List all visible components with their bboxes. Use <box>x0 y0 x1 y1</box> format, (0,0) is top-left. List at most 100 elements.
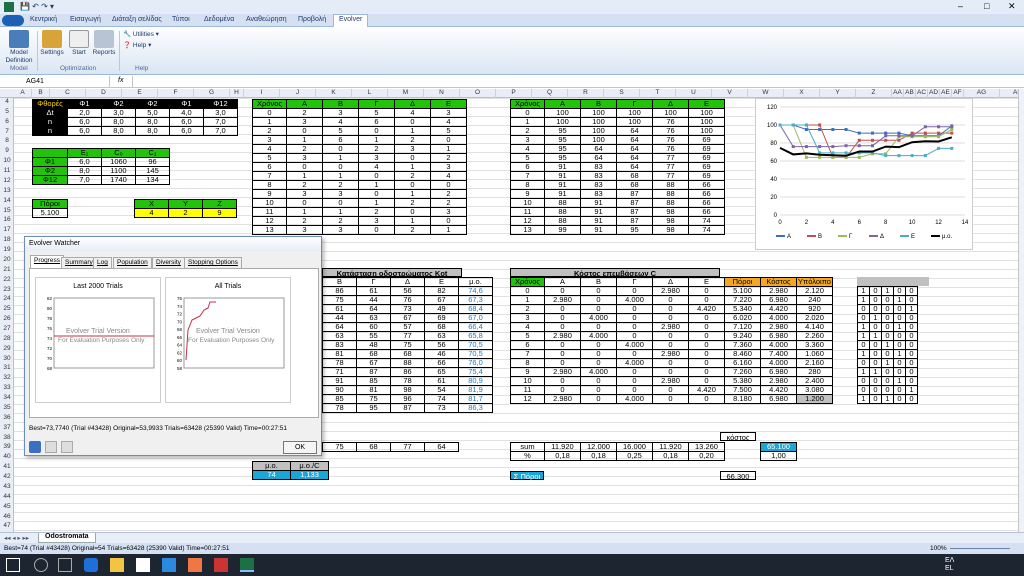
row-header[interactable]: 36 <box>0 414 14 421</box>
column-header[interactable]: D <box>86 89 122 98</box>
table-cell[interactable]: 0,18 <box>580 451 617 461</box>
table-cell[interactable]: 12 <box>510 394 545 404</box>
table-cell[interactable]: 6,0 <box>169 126 204 136</box>
tools-icon[interactable] <box>61 441 73 453</box>
reports-button[interactable]: Reports <box>92 30 116 57</box>
row-header[interactable]: 6 <box>0 118 14 125</box>
tab-data[interactable]: Δεδομένα <box>204 16 234 23</box>
row-header[interactable]: 40 <box>0 453 14 460</box>
row-header[interactable]: 23 <box>0 286 14 293</box>
column-header[interactable]: I <box>244 89 280 98</box>
column-header[interactable]: AB <box>904 89 916 98</box>
row-header[interactable]: 44 <box>0 493 14 500</box>
help-button[interactable]: ❓ Help ▾ <box>123 42 151 50</box>
app-icon[interactable] <box>214 558 228 572</box>
column-header[interactable]: T <box>640 89 676 98</box>
table-cell[interactable]: 8.180 <box>724 394 761 404</box>
row-header[interactable]: 43 <box>0 483 14 490</box>
table-cell[interactable]: 86,3 <box>458 403 493 413</box>
row-header[interactable]: 45 <box>0 503 14 510</box>
quick-access-icons[interactable]: 💾 ↶ ↷ ▾ <box>20 2 54 11</box>
sheet-tab-odostromata[interactable]: Odostromata <box>38 533 96 543</box>
table-cell[interactable]: 1,133 <box>290 470 329 480</box>
table-cell[interactable]: 75 <box>322 442 357 452</box>
tab-population[interactable]: Population <box>113 257 152 268</box>
table-cell[interactable]: 8,0 <box>101 126 136 136</box>
table-cell[interactable]: 0 <box>358 225 395 235</box>
column-header[interactable]: L <box>352 89 388 98</box>
line-chart[interactable]: 0 20 40 60 80 100 120 0 2 4 6 8 10 12 14 A B Γ Δ Eμ.ο. <box>755 98 973 250</box>
table-cell[interactable]: 5.100 <box>32 208 68 218</box>
table-cell[interactable]: 13 <box>510 225 545 235</box>
row-header[interactable]: 33 <box>0 384 14 391</box>
row-header[interactable]: 17 <box>0 226 14 233</box>
close-button[interactable]: ✕ <box>1008 1 1016 12</box>
fx-icon[interactable]: fx <box>118 77 123 84</box>
table-cell[interactable]: 74 <box>688 225 725 235</box>
table-cell[interactable]: 0 <box>905 394 918 404</box>
row-header[interactable]: 34 <box>0 394 14 401</box>
column-header[interactable]: U <box>676 89 712 98</box>
table-cell[interactable]: 7,0 <box>67 175 102 185</box>
row-header[interactable]: 16 <box>0 216 14 223</box>
column-header[interactable]: B <box>32 89 50 98</box>
column-header[interactable]: H <box>230 89 244 98</box>
table-cell[interactable]: 1 <box>430 225 467 235</box>
tab-home[interactable]: Κεντρική <box>30 16 57 23</box>
row-header[interactable]: 47 <box>0 522 14 529</box>
row-header[interactable]: 27 <box>0 325 14 332</box>
table-cell[interactable]: 0 <box>652 394 689 404</box>
column-header[interactable]: Y <box>820 89 856 98</box>
table-cell[interactable]: 1 <box>881 394 894 404</box>
table-cell[interactable]: 0,18 <box>652 451 689 461</box>
row-header[interactable]: 18 <box>0 236 14 243</box>
column-header[interactable]: F <box>158 89 194 98</box>
column-header[interactable]: G <box>194 89 230 98</box>
row-header[interactable]: 15 <box>0 207 14 214</box>
row-header[interactable]: 26 <box>0 315 14 322</box>
table-cell[interactable]: 8,0 <box>135 126 170 136</box>
column-header[interactable]: AA <box>892 89 904 98</box>
dropbox-icon[interactable] <box>162 558 176 572</box>
table-cell[interactable]: 2 <box>168 208 203 218</box>
tab-view[interactable]: Προβολή <box>298 16 326 23</box>
tab-insert[interactable]: Εισαγωγή <box>70 16 101 23</box>
table-cell[interactable]: 1,00 <box>760 451 797 461</box>
table-cell[interactable]: 4.000 <box>616 394 653 404</box>
edge-icon[interactable] <box>84 558 98 572</box>
tab-page-layout[interactable]: Διάταξη σελίδας <box>112 16 162 23</box>
tab-summary[interactable]: Summary <box>61 257 97 268</box>
tab-progress[interactable]: Progress <box>30 255 65 268</box>
sigma-poroi-value[interactable]: 66.300 <box>720 471 756 481</box>
row-header[interactable]: 10 <box>0 157 14 164</box>
row-header[interactable]: 22 <box>0 276 14 283</box>
formula-input[interactable] <box>132 76 1016 87</box>
language-indicator[interactable]: ΕΛ <box>945 557 954 564</box>
row-header[interactable]: 21 <box>0 266 14 273</box>
table-cell[interactable]: 91 <box>580 225 617 235</box>
row-header[interactable]: 19 <box>0 246 14 253</box>
row-header[interactable]: 25 <box>0 305 14 312</box>
table-cell[interactable]: 3 <box>322 225 359 235</box>
table-cell[interactable]: 87 <box>390 403 425 413</box>
sheet-nav-arrows[interactable]: ◂◂ ◂ ▸ ▸▸ <box>4 534 29 542</box>
table-cell[interactable]: 13 <box>252 225 287 235</box>
tab-formulas[interactable]: Τύποι <box>172 16 190 23</box>
model-definition-button[interactable]: Model Definition <box>4 30 34 65</box>
row-header[interactable]: 41 <box>0 463 14 470</box>
row-header[interactable]: 4 <box>0 98 14 105</box>
column-header[interactable]: M <box>388 89 424 98</box>
column-header[interactable]: O <box>460 89 496 98</box>
row-header[interactable]: 32 <box>0 374 14 381</box>
language-indicator-2[interactable]: EL <box>945 565 954 572</box>
column-header[interactable]: N <box>424 89 460 98</box>
row-header[interactable]: 37 <box>0 424 14 431</box>
column-header[interactable]: Z <box>856 89 892 98</box>
table-cell[interactable]: 7,0 <box>203 126 238 136</box>
table-cell[interactable]: % <box>510 451 545 461</box>
row-header[interactable]: 20 <box>0 256 14 263</box>
row-header[interactable]: 7 <box>0 128 14 135</box>
table-cell[interactable]: 74 <box>252 470 291 480</box>
tab-evolver[interactable]: Evolver <box>333 14 369 28</box>
row-header[interactable]: 39 <box>0 443 14 450</box>
